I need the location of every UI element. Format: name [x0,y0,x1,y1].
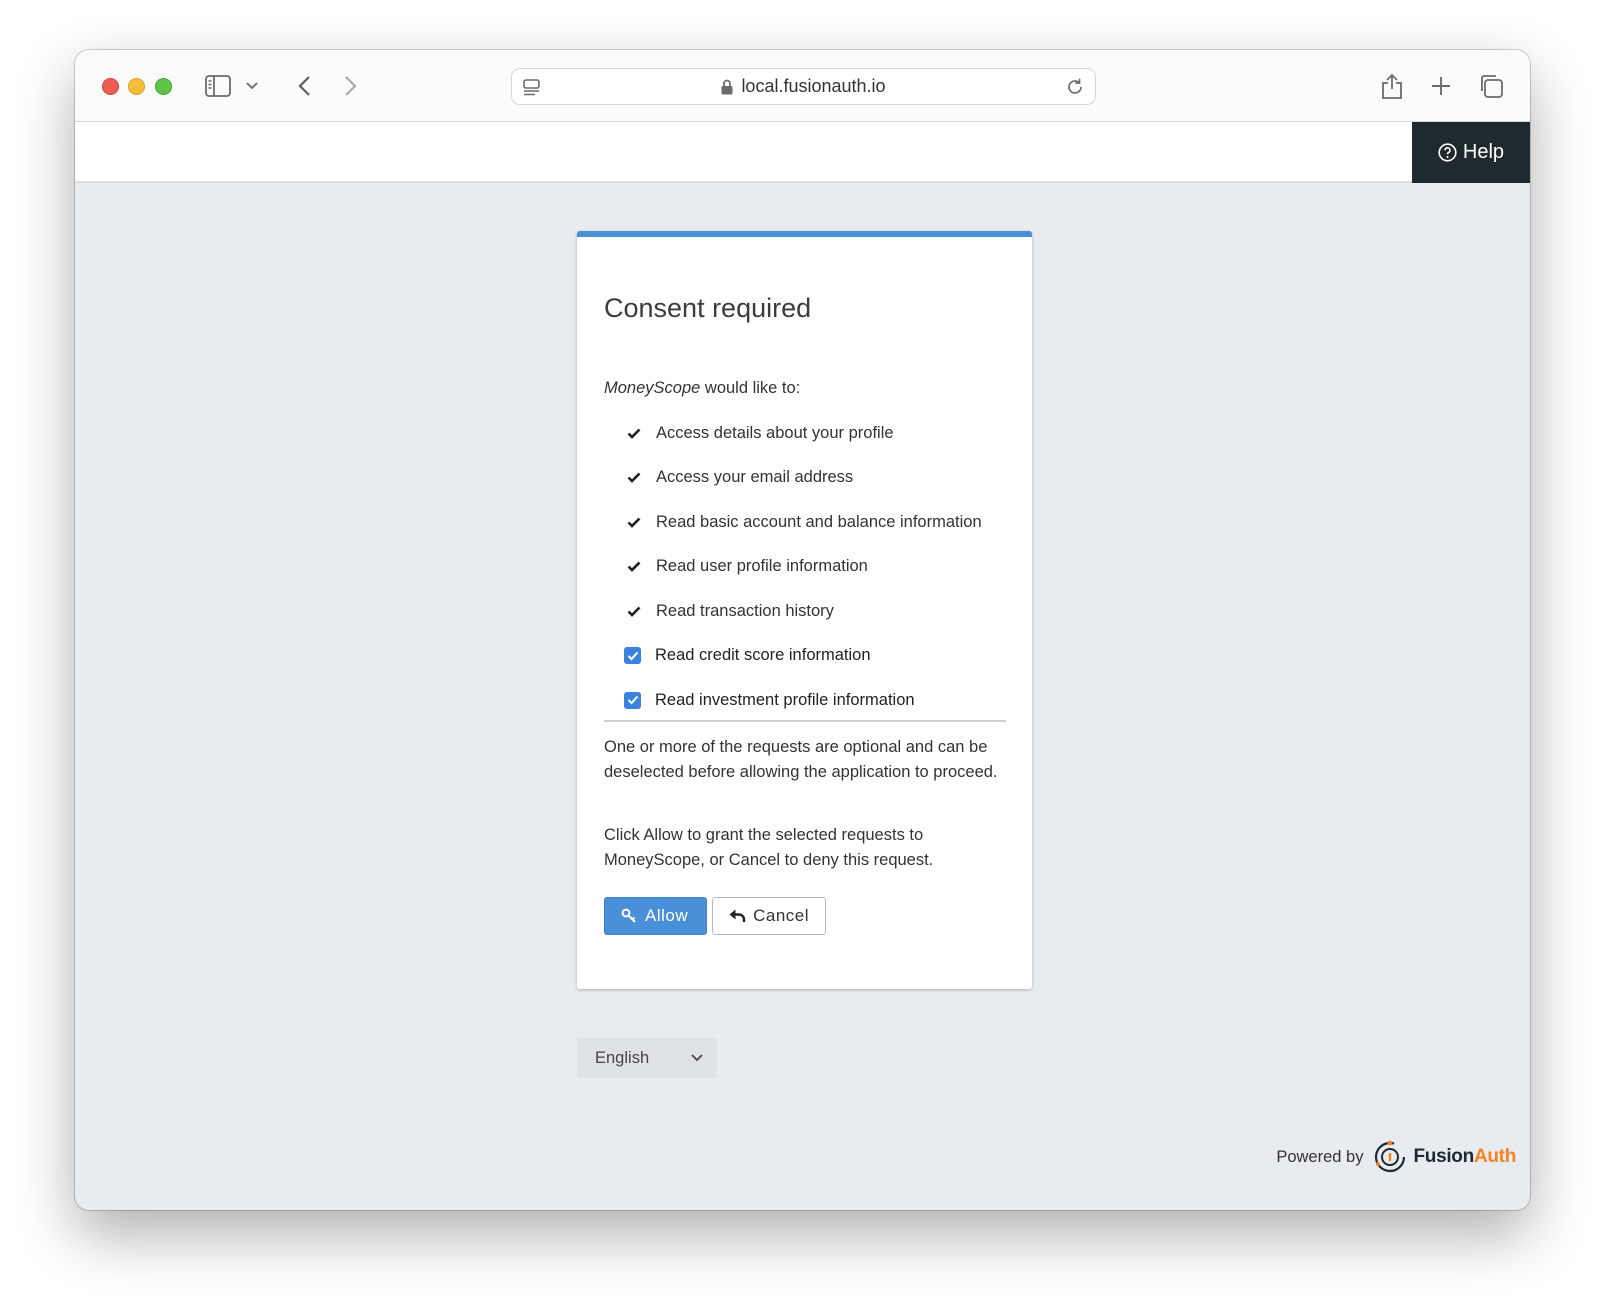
checkbox-checked-icon[interactable] [624,691,641,709]
intro-text: would like to: [700,379,801,397]
fusionauth-logo[interactable]: FusionAuth [1373,1140,1516,1174]
optional-scope-credit-score[interactable]: Read credit score information [604,634,1004,679]
question-circle-icon [1438,143,1457,162]
help-label: Help [1462,141,1505,163]
checkmark-icon [625,472,642,484]
minimize-window-button[interactable] [128,78,145,95]
scope-label: Access your email address [656,468,854,487]
instructions-text: Click Allow to grant the selected reques… [604,826,934,869]
browser-window: local.fusionauth.io Help Consent require… [75,50,1530,1210]
locale-value: English [595,1048,650,1067]
powered-by: Powered by FusionAuth [1276,1140,1516,1174]
powered-by-text: Powered by [1276,1147,1364,1166]
scope-item: Read user profile information [604,545,1004,590]
page-header: Help [75,122,1530,183]
page-title: Consent required [604,293,812,323]
browser-toolbar: local.fusionauth.io [75,50,1530,122]
reload-icon[interactable] [1065,77,1085,97]
scope-item: Read basic account and balance informati… [604,500,1004,545]
tab-overview-icon[interactable] [1476,70,1506,102]
locale-select[interactable]: English [577,1038,717,1078]
scope-item: Access details about your profile [604,411,1004,456]
scope-item: Access your email address [604,456,1004,501]
optional-note: One or more of the requests are optional… [604,738,998,781]
divider [604,720,1006,722]
checkmark-icon [625,428,642,439]
fusionauth-logo-icon [1375,1140,1406,1173]
cancel-button[interactable]: Cancel [712,897,827,935]
forward-icon[interactable] [337,70,365,102]
reader-icon[interactable] [522,77,542,97]
reply-arrow-icon [729,909,746,922]
chevron-down-icon[interactable] [243,70,261,102]
cancel-label: Cancel [753,906,810,925]
key-icon [621,908,636,923]
scope-label: Read basic account and balance informati… [656,512,982,531]
checkbox-checked-icon[interactable] [624,647,641,665]
checkmark-icon [625,606,642,617]
share-icon[interactable] [1378,70,1406,102]
checkmark-icon [625,561,642,573]
brand-auth: Auth [1473,1146,1516,1167]
scope-label: Access details about your profile [656,423,894,442]
zoom-window-button[interactable] [155,78,172,95]
optional-scope-investment-profile[interactable]: Read investment profile information [604,678,1004,723]
back-icon[interactable] [290,70,318,102]
sidebar-toggle-icon[interactable] [203,70,233,102]
allow-button[interactable]: Allow [604,897,708,935]
help-button[interactable]: Help [1412,122,1530,183]
url-text: local.fusionauth.io [741,76,886,96]
checkmark-icon [625,517,642,528]
scope-item: Read transaction history [604,589,1004,634]
consent-intro: MoneyScope would like to: [604,379,800,398]
scope-list: Access details about your profile Access… [604,411,1004,723]
address-bar[interactable]: local.fusionauth.io [511,68,1096,105]
scope-label: Read transaction history [656,601,834,620]
lock-icon [721,79,733,94]
action-buttons: Allow Cancel [604,897,827,935]
allow-label: Allow [645,906,689,925]
scope-label: Read user profile information [656,557,868,576]
scope-label: Read investment profile information [655,690,915,709]
close-window-button[interactable] [102,78,119,95]
chevron-down-icon [691,1054,703,1062]
scope-label: Read credit score information [655,646,871,665]
brand-fusion: Fusion [1413,1146,1474,1167]
consent-panel: Consent required MoneyScope would like t… [577,231,1032,989]
new-tab-icon[interactable] [1427,70,1455,102]
app-name: MoneyScope [604,379,701,397]
